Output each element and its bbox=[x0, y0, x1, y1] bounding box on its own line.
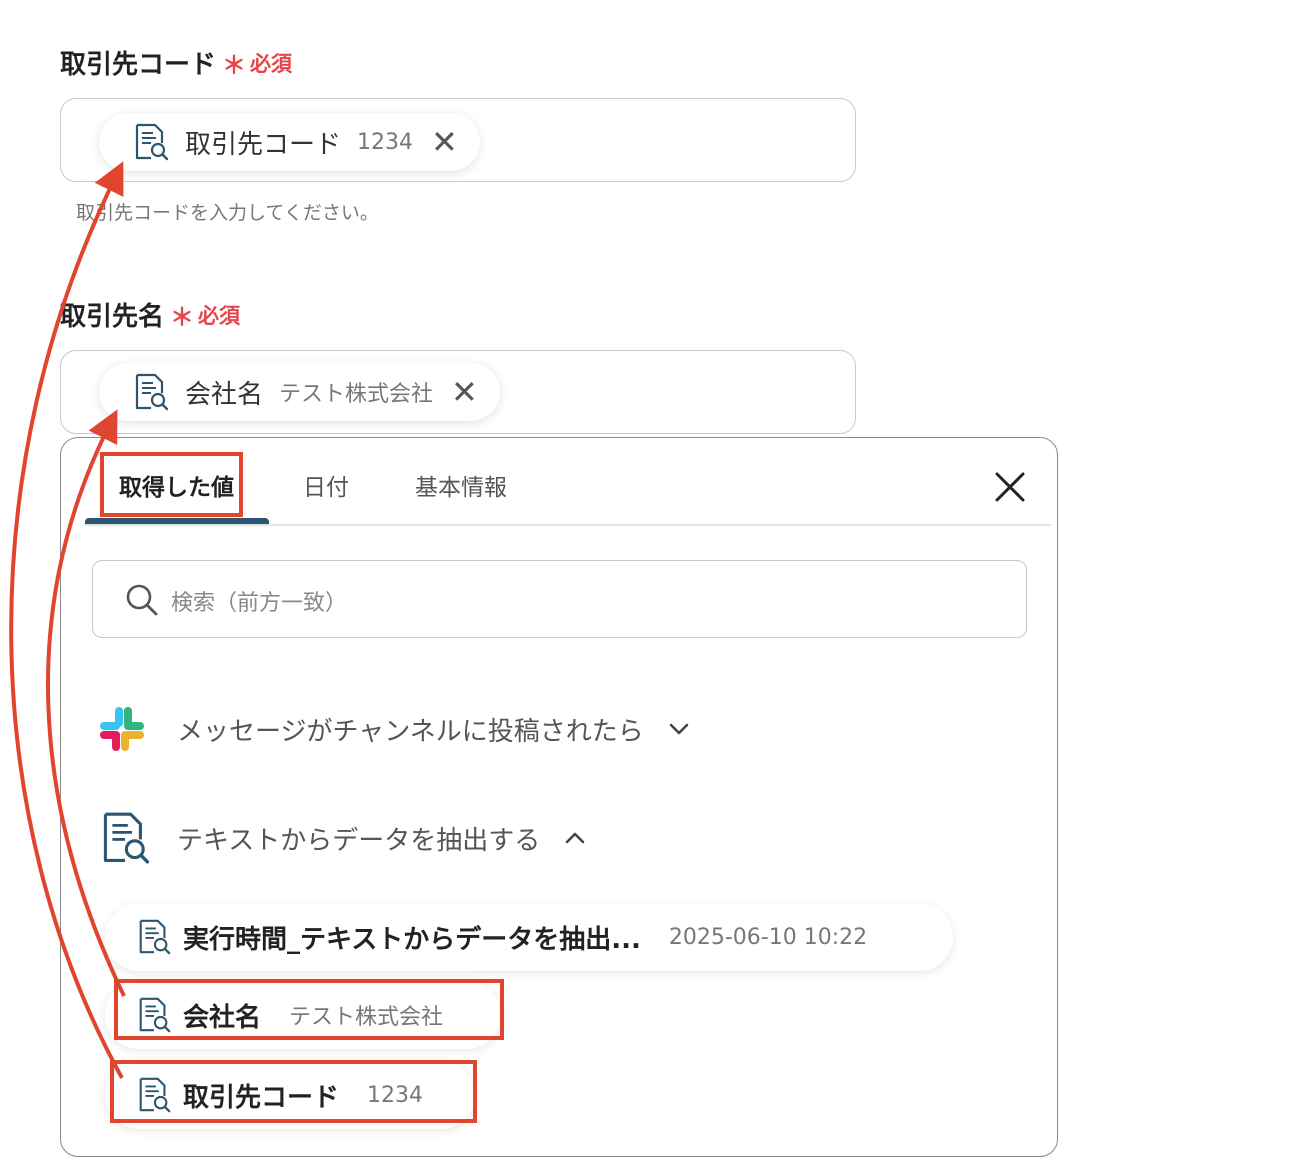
field-label-partner-name: 取引先名 ＊ 必須 bbox=[60, 296, 240, 333]
chip-name: 取引先コード bbox=[185, 129, 342, 160]
variable-picker-panel: 取得した値 日付 基本情報 検索（前方一致） メッセージがチャンネルに投稿された… bbox=[60, 437, 1058, 1157]
tab-acquired-values[interactable]: 取得した値 bbox=[119, 468, 234, 502]
output-name: 取引先コード bbox=[183, 1082, 340, 1113]
section-slack-trigger[interactable]: メッセージがチャンネルに投稿されたら bbox=[97, 704, 692, 754]
output-value: 2025-06-10 10:22 bbox=[668, 924, 868, 950]
chip-name: 会社名 bbox=[185, 379, 264, 410]
section-title: テキストからデータを抽出する bbox=[177, 825, 541, 856]
document-search-icon bbox=[97, 808, 153, 868]
chevron-up-icon[interactable] bbox=[562, 825, 588, 851]
chevron-down-icon[interactable] bbox=[666, 716, 692, 742]
slack-icon bbox=[100, 707, 144, 751]
required-star: ＊ bbox=[170, 303, 195, 331]
required-badge: 必須 bbox=[198, 303, 241, 328]
document-search-icon bbox=[131, 372, 171, 412]
partner-name-input[interactable]: 会社名 テスト株式会社 ✕ bbox=[60, 350, 856, 434]
helper-text: 取引先コードを入力してください。 bbox=[76, 202, 379, 224]
section-title: メッセージがチャンネルに投稿されたら bbox=[177, 716, 644, 747]
section-extract-data[interactable]: テキストからデータを抽出する bbox=[97, 808, 588, 868]
field-label-text: 取引先コード bbox=[60, 50, 217, 80]
document-search-icon bbox=[135, 918, 173, 956]
variable-chip-company-name[interactable]: 会社名 テスト株式会社 ✕ bbox=[99, 363, 500, 421]
document-search-icon bbox=[135, 1076, 173, 1114]
remove-chip-icon[interactable]: ✕ bbox=[451, 376, 478, 408]
search-icon bbox=[126, 584, 158, 616]
chip-value: テスト株式会社 bbox=[279, 382, 434, 407]
variable-chip-partner-code[interactable]: 取引先コード 1234 ✕ bbox=[99, 113, 480, 171]
tab-basic-info[interactable]: 基本情報 bbox=[415, 468, 507, 502]
output-item-partner-code[interactable]: 取引先コード 1234 bbox=[105, 1061, 475, 1129]
partner-code-input[interactable]: 取引先コード 1234 ✕ bbox=[60, 98, 856, 182]
remove-chip-icon[interactable]: ✕ bbox=[431, 126, 458, 158]
tab-date[interactable]: 日付 bbox=[303, 468, 349, 502]
document-search-icon bbox=[131, 122, 171, 162]
output-name: 会社名 bbox=[183, 1002, 262, 1033]
output-item-exec-time[interactable]: 実行時間_テキストからデータを抽出... 2025-06-10 10:22 bbox=[105, 903, 953, 971]
close-icon[interactable] bbox=[991, 468, 1029, 506]
output-item-company-name[interactable]: 会社名 テスト株式会社 bbox=[105, 981, 501, 1049]
search-input[interactable]: 検索（前方一致） bbox=[92, 560, 1027, 638]
output-name: 実行時間_テキストからデータを抽出... bbox=[183, 924, 641, 955]
document-search-icon bbox=[135, 996, 173, 1034]
field-label-text: 取引先名 bbox=[60, 302, 165, 332]
output-value: 1234 bbox=[367, 1082, 424, 1108]
chip-value: 1234 bbox=[357, 129, 414, 155]
required-badge: 必須 bbox=[250, 51, 293, 76]
output-value: テスト株式会社 bbox=[289, 1005, 444, 1030]
tab-divider bbox=[85, 524, 1051, 526]
search-placeholder: 検索（前方一致） bbox=[171, 591, 348, 616]
field-label-partner-code: 取引先コード ＊ 必須 bbox=[60, 44, 292, 81]
required-star: ＊ bbox=[222, 51, 247, 79]
